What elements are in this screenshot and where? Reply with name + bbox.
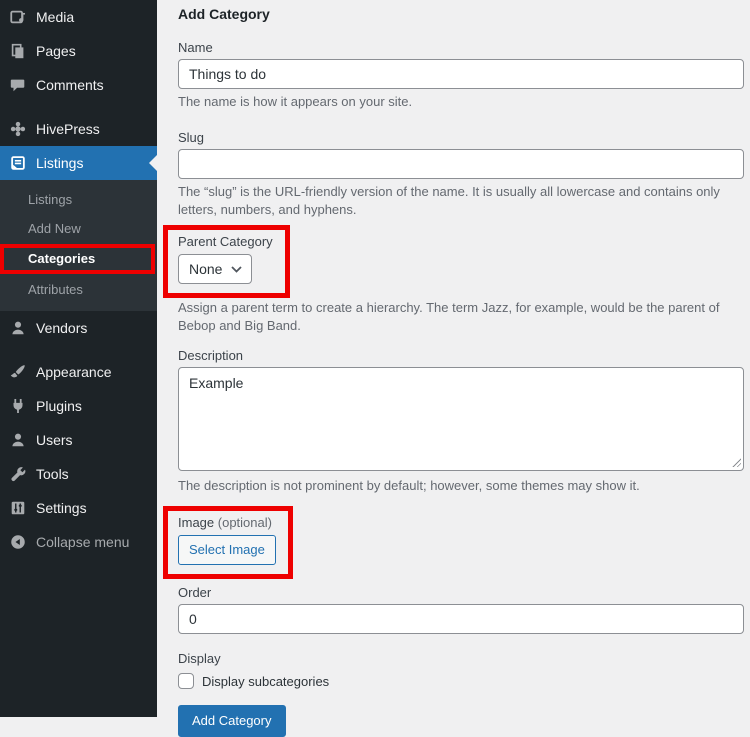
image-label: Image (optional) xyxy=(178,515,272,530)
display-label: Display xyxy=(178,651,221,666)
sidebar-item-hivepress[interactable]: HivePress xyxy=(0,112,157,146)
submenu-item-add-new[interactable]: Add New xyxy=(0,214,157,243)
comments-icon xyxy=(8,75,28,95)
highlight-box-categories: Categories xyxy=(0,244,155,274)
name-label: Name xyxy=(178,40,213,55)
description-label: Description xyxy=(178,348,244,363)
menu-separator xyxy=(0,345,157,355)
listings-icon xyxy=(8,153,28,173)
vendors-icon xyxy=(8,318,28,338)
highlight-box-parent-category: Parent Category None xyxy=(163,225,290,298)
sidebar-item-label: Settings xyxy=(36,500,87,516)
tools-icon xyxy=(8,464,28,484)
add-category-panel: Add Category Name The name is how it app… xyxy=(157,0,750,737)
parent-category-label: Parent Category xyxy=(178,234,273,249)
sidebar-item-media[interactable]: Media xyxy=(0,0,157,34)
name-input[interactable] xyxy=(178,59,744,89)
appearance-icon xyxy=(8,362,28,382)
image-optional-label: (optional) xyxy=(217,515,272,530)
sidebar-item-label: Users xyxy=(36,432,73,448)
sidebar-item-label: Listings xyxy=(36,155,84,171)
sidebar-item-label: Collapse menu xyxy=(36,534,130,550)
parent-category-select[interactable]: None xyxy=(178,254,253,284)
page-title: Add Category xyxy=(178,6,270,22)
order-input[interactable] xyxy=(178,604,744,634)
hivepress-icon xyxy=(8,119,28,139)
sidebar-item-label: HivePress xyxy=(36,121,100,137)
submenu-item-categories[interactable]: Categories xyxy=(4,248,151,270)
collapse-icon xyxy=(8,532,28,552)
sidebar-item-label: Comments xyxy=(36,77,104,93)
select-image-button[interactable]: Select Image xyxy=(178,535,276,565)
sidebar-item-label: Plugins xyxy=(36,398,82,414)
submenu-item-listings[interactable]: Listings xyxy=(0,185,157,214)
highlight-box-image: Image (optional) Select Image xyxy=(163,506,293,579)
sidebar-item-plugins[interactable]: Plugins xyxy=(0,389,157,423)
slug-label: Slug xyxy=(178,130,205,145)
sidebar-item-tools[interactable]: Tools xyxy=(0,457,157,491)
sidebar-item-vendors[interactable]: Vendors xyxy=(0,311,157,345)
sidebar-collapse-menu[interactable]: Collapse menu xyxy=(0,525,157,559)
sidebar-item-settings[interactable]: Settings xyxy=(0,491,157,525)
sidebar-item-pages[interactable]: Pages xyxy=(0,34,157,68)
display-subcategories-field: Display subcategories xyxy=(178,673,744,689)
sidebar-item-listings[interactable]: Listings xyxy=(0,146,157,180)
listings-submenu: Listings Add New Categories Attributes xyxy=(0,180,157,311)
parent-category-selected-value: None xyxy=(189,261,223,277)
sidebar-item-label: Tools xyxy=(36,466,69,482)
sidebar-item-comments[interactable]: Comments xyxy=(0,68,157,102)
admin-sidebar: Media Pages Comments HivePress Listings … xyxy=(0,0,157,717)
description-field: Example xyxy=(178,367,744,471)
submenu-item-attributes[interactable]: Attributes xyxy=(0,275,157,304)
sidebar-item-label: Media xyxy=(36,9,75,25)
slug-help: The “slug” is the URL-friendly version o… xyxy=(178,184,720,217)
order-label: Order xyxy=(178,585,212,600)
media-icon xyxy=(8,7,28,27)
sidebar-item-label: Pages xyxy=(36,43,76,59)
name-help: The name is how it appears on your site. xyxy=(178,94,413,109)
display-subcategories-label: Display subcategories xyxy=(202,673,330,689)
users-icon xyxy=(8,430,28,450)
description-help: The description is not prominent by defa… xyxy=(178,478,640,493)
chevron-down-icon xyxy=(231,265,243,273)
settings-icon xyxy=(8,498,28,518)
sidebar-item-label: Appearance xyxy=(36,364,112,380)
menu-separator xyxy=(0,102,157,112)
slug-input[interactable] xyxy=(178,149,744,179)
parent-category-help: Assign a parent term to create a hierarc… xyxy=(178,300,720,333)
add-category-button[interactable]: Add Category xyxy=(178,705,286,737)
sidebar-item-users[interactable]: Users xyxy=(0,423,157,457)
plugins-icon xyxy=(8,396,28,416)
display-subcategories-checkbox[interactable] xyxy=(178,673,194,689)
sidebar-item-appearance[interactable]: Appearance xyxy=(0,355,157,389)
description-textarea[interactable]: Example xyxy=(178,367,744,471)
pages-icon xyxy=(8,41,28,61)
sidebar-item-label: Vendors xyxy=(36,320,88,336)
